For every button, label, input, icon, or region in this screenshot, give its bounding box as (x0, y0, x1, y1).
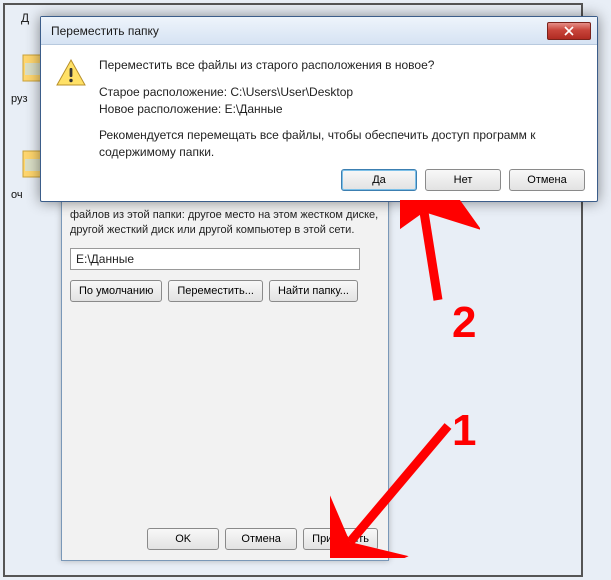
path-value: E:\Данные (76, 252, 134, 266)
default-button[interactable]: По умолчанию (70, 280, 162, 302)
dialog-title: Переместить папку (51, 24, 547, 38)
arrow-1-icon (330, 418, 460, 558)
path-input[interactable]: E:\Данные (70, 248, 360, 270)
move-button[interactable]: Переместить... (168, 280, 263, 302)
recommendation-text: Рекомендуется перемещать все файлы, чтоб… (99, 127, 581, 161)
arrow-2-icon (400, 200, 480, 310)
old-location: Старое расположение: C:\Users\User\Deskt… (99, 84, 581, 101)
dialog-question: Переместить все файлы из старого располо… (99, 57, 581, 74)
annotation-1: 1 (452, 406, 476, 456)
dialog-cancel-button[interactable]: Отмена (509, 169, 585, 191)
find-folder-button[interactable]: Найти папку... (269, 280, 358, 302)
annotation-2: 2 (452, 298, 476, 348)
partial-heading: Д (21, 11, 29, 25)
yes-button[interactable]: Да (341, 169, 417, 191)
no-button[interactable]: Нет (425, 169, 501, 191)
close-icon[interactable] (547, 22, 591, 40)
move-folder-dialog: Переместить папку Переместить все файлы … (40, 16, 598, 202)
help-text: файлов из этой папки: другое место на эт… (70, 208, 382, 238)
bg-label-1: руз (11, 93, 28, 105)
bg-label-2: оч (11, 189, 23, 201)
warning-icon (55, 57, 87, 89)
ok-button[interactable]: OK (147, 528, 219, 550)
cancel-button[interactable]: Отмена (225, 528, 297, 550)
dialog-titlebar[interactable]: Переместить папку (41, 17, 597, 45)
new-location: Новое расположение: E:\Данные (99, 101, 581, 118)
